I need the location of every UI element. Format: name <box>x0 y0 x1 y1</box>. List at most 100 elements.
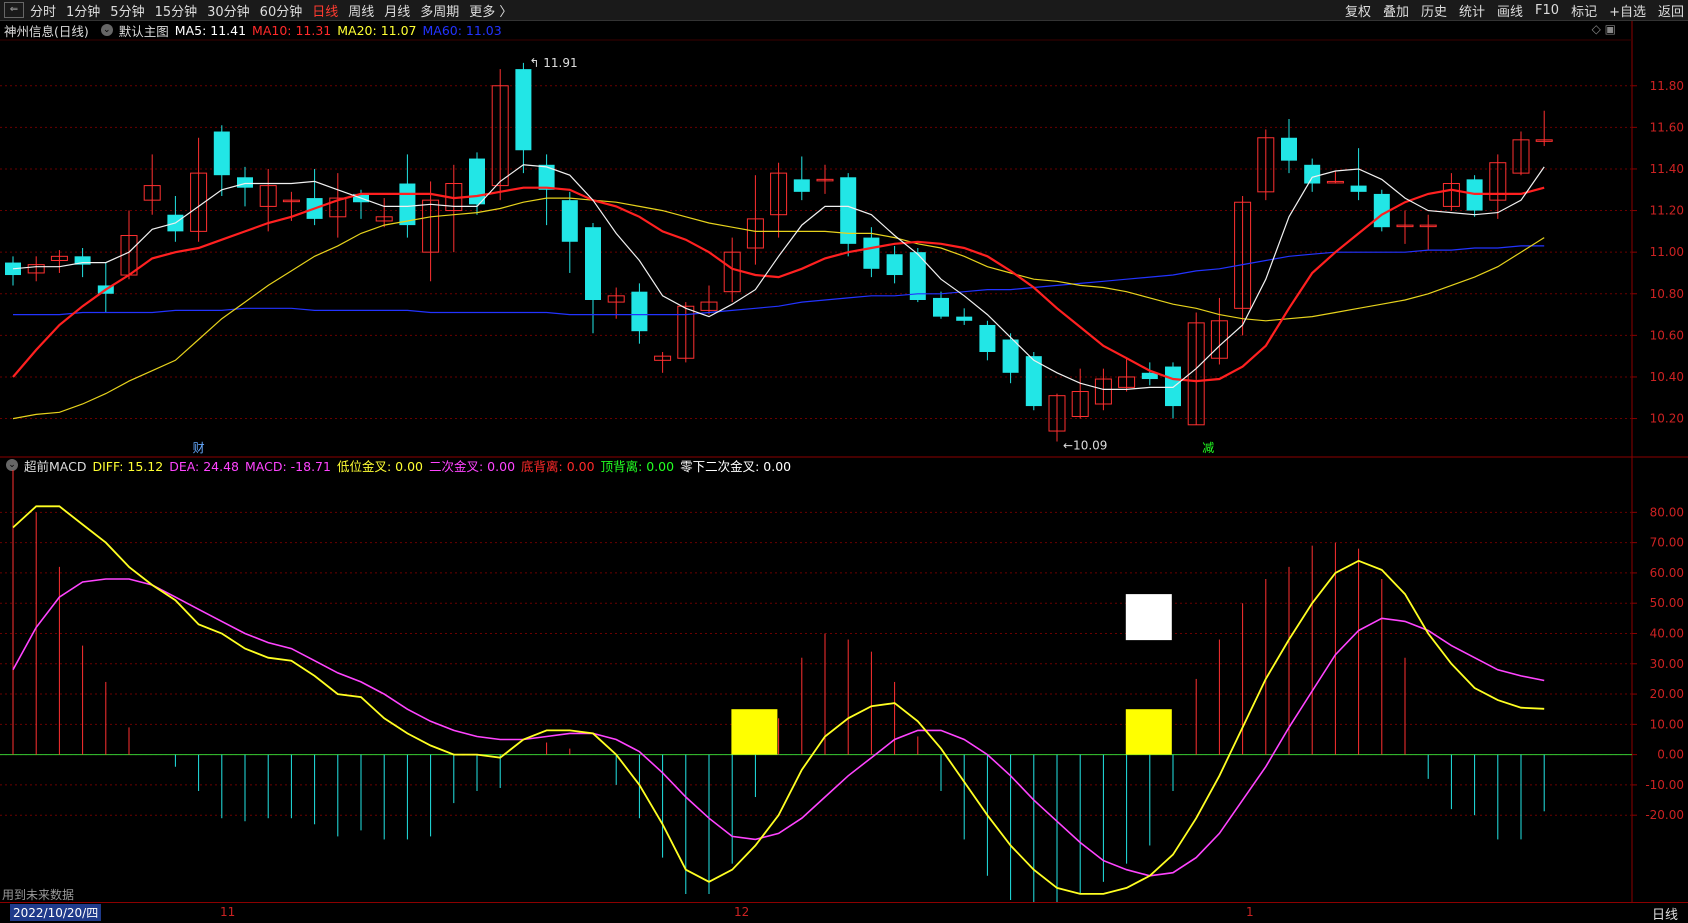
month-tick-dec: 12 <box>734 905 750 919</box>
macd-label-5: 底背离: 0.00 <box>521 458 595 474</box>
candle <box>607 287 625 319</box>
candle <box>259 168 277 232</box>
macd-tick-label: 0.00 <box>1657 748 1684 762</box>
candle <box>399 154 416 238</box>
period-tab-0[interactable]: 分时 <box>30 1 56 20</box>
period-tab-7[interactable]: 周线 <box>348 1 374 20</box>
candle <box>909 248 926 303</box>
price-tick-label: 10.60 <box>1650 328 1684 342</box>
diamond-icon[interactable]: ◇ <box>1592 22 1601 36</box>
candle-body <box>1535 139 1553 142</box>
candle-body <box>5 262 21 276</box>
ma-label-2: MA20: 11.07 <box>337 22 417 38</box>
candle <box>677 302 695 363</box>
candle <box>979 320 996 361</box>
candle <box>1048 393 1066 442</box>
period-tab-5[interactable]: 60分钟 <box>260 1 303 20</box>
ma10-line <box>12 186 1545 383</box>
candle <box>213 125 230 196</box>
candle-body <box>793 179 810 192</box>
current-date: 2022/10/20/四 <box>10 904 102 921</box>
candle <box>282 191 300 221</box>
main-chart-infobar: 神州信息(日线) ⌄ 默认主图 MA5: 11.41 MA10: 11.31 MA2… <box>0 21 514 39</box>
candle-body <box>1002 339 1019 373</box>
candle <box>1419 214 1437 251</box>
toolbar-button-2[interactable]: 历史 <box>1421 1 1447 20</box>
toolbar-button-4[interactable]: 画线 <box>1497 1 1523 20</box>
candle-body <box>1234 201 1252 309</box>
candle <box>1304 158 1321 192</box>
template-name[interactable]: 默认主图 <box>119 21 169 40</box>
candle-body <box>585 227 601 300</box>
candle-body <box>1094 378 1112 405</box>
candle <box>585 223 601 334</box>
candle <box>1025 352 1042 411</box>
price-tick-label: 11.00 <box>1650 245 1684 259</box>
period-tab-10[interactable]: 更多 〉 <box>469 1 512 20</box>
candle-body <box>1466 179 1483 211</box>
period-tab-3[interactable]: 15分钟 <box>155 1 198 20</box>
candle <box>143 154 161 215</box>
candle <box>700 285 718 315</box>
candle <box>1071 368 1089 419</box>
candle-body <box>50 255 68 261</box>
period-tab-1[interactable]: 1分钟 <box>66 1 100 20</box>
candle-body <box>1025 356 1042 407</box>
macd-label-0: DIFF: 15.12 <box>92 458 164 474</box>
kline-chart[interactable]: ↰ 11.91 ←10.09 财 减 11.80 11.60 11.40 11.20 11.0… <box>0 0 1688 902</box>
back-nav-icon[interactable]: ⇐ <box>4 2 24 18</box>
period-toolbar: ⇐ 分时 1分钟 5分钟 15分钟 30分钟 60分钟 日线 周线 月线 多周期 更多 〉 复权 叠加… <box>0 0 1688 21</box>
period-tab-4[interactable]: 30分钟 <box>207 1 250 20</box>
window-icon[interactable]: ▣ <box>1605 22 1616 36</box>
period-tabs: 分时 1分钟 5分钟 15分钟 30分钟 60分钟 日线 周线 月线 多周期 更多 〉 <box>30 1 522 20</box>
candle <box>1165 362 1181 419</box>
toolbar-button-0[interactable]: 复权 <box>1345 1 1371 20</box>
candle-body <box>863 237 880 269</box>
period-label[interactable]: 日线 <box>1652 904 1678 923</box>
candle <box>816 164 834 194</box>
candle-body <box>1442 183 1460 207</box>
candle-body <box>1165 366 1181 407</box>
candle <box>1396 210 1414 244</box>
candle-body <box>97 285 114 294</box>
toolbar-button-5[interactable]: F10 <box>1535 3 1559 18</box>
candle-body <box>329 197 347 218</box>
candle-body <box>979 324 996 352</box>
period-tab-8[interactable]: 月线 <box>384 1 410 20</box>
period-tab-2[interactable]: 5分钟 <box>110 1 144 20</box>
candle <box>631 283 648 344</box>
candle <box>469 152 485 215</box>
toolbar-right-buttons: 复权 叠加 历史 统计 画线 F10 标记 +自选 返回 <box>1333 0 1684 20</box>
candle <box>1210 297 1228 365</box>
toolbar-button-6[interactable]: 标记 <box>1571 1 1597 20</box>
candle <box>445 164 463 253</box>
candle <box>956 308 973 325</box>
candle-body <box>1048 395 1066 432</box>
candle-body <box>607 295 625 303</box>
time-axis-bar: 2022/10/20/四 11 12 1 日线 <box>0 902 1688 923</box>
toolbar-button-1[interactable]: 叠加 <box>1383 1 1409 20</box>
toolbar-button-3[interactable]: 统计 <box>1459 1 1485 20</box>
candle <box>770 162 788 238</box>
macd-label-4: 二次金叉: 0.00 <box>429 458 516 474</box>
candle <box>97 262 114 313</box>
candle <box>746 175 764 265</box>
stock-title: 神州信息(日线) <box>4 23 89 39</box>
candle <box>329 173 347 238</box>
macd-title[interactable]: 超前MACD <box>24 456 86 475</box>
month-tick-nov: 11 <box>220 905 236 919</box>
candle-body <box>538 164 555 190</box>
month-tick-jan: 1 <box>1246 905 1254 919</box>
toolbar-button-7[interactable]: +自选 <box>1609 1 1646 20</box>
template-dropdown-icon[interactable]: ⌄ <box>100 24 113 36</box>
toolbar-button-8[interactable]: 返回 <box>1658 1 1684 20</box>
macd-legend: DIFF: 15.12 DEA: 24.48 MACD: -18.71 低位金叉: 0… <box>92 456 797 475</box>
period-tab-6[interactable]: 日线 <box>312 1 338 20</box>
macd-tick-label: 40.00 <box>1650 626 1684 640</box>
candle <box>1442 173 1460 211</box>
candle <box>840 173 857 257</box>
macd-label-7: 零下二次金叉: 0.00 <box>680 458 792 474</box>
indicator-dropdown-icon[interactable]: ⌄ <box>6 459 18 471</box>
dea-line <box>12 578 1545 877</box>
period-tab-9[interactable]: 多周期 <box>420 1 459 20</box>
